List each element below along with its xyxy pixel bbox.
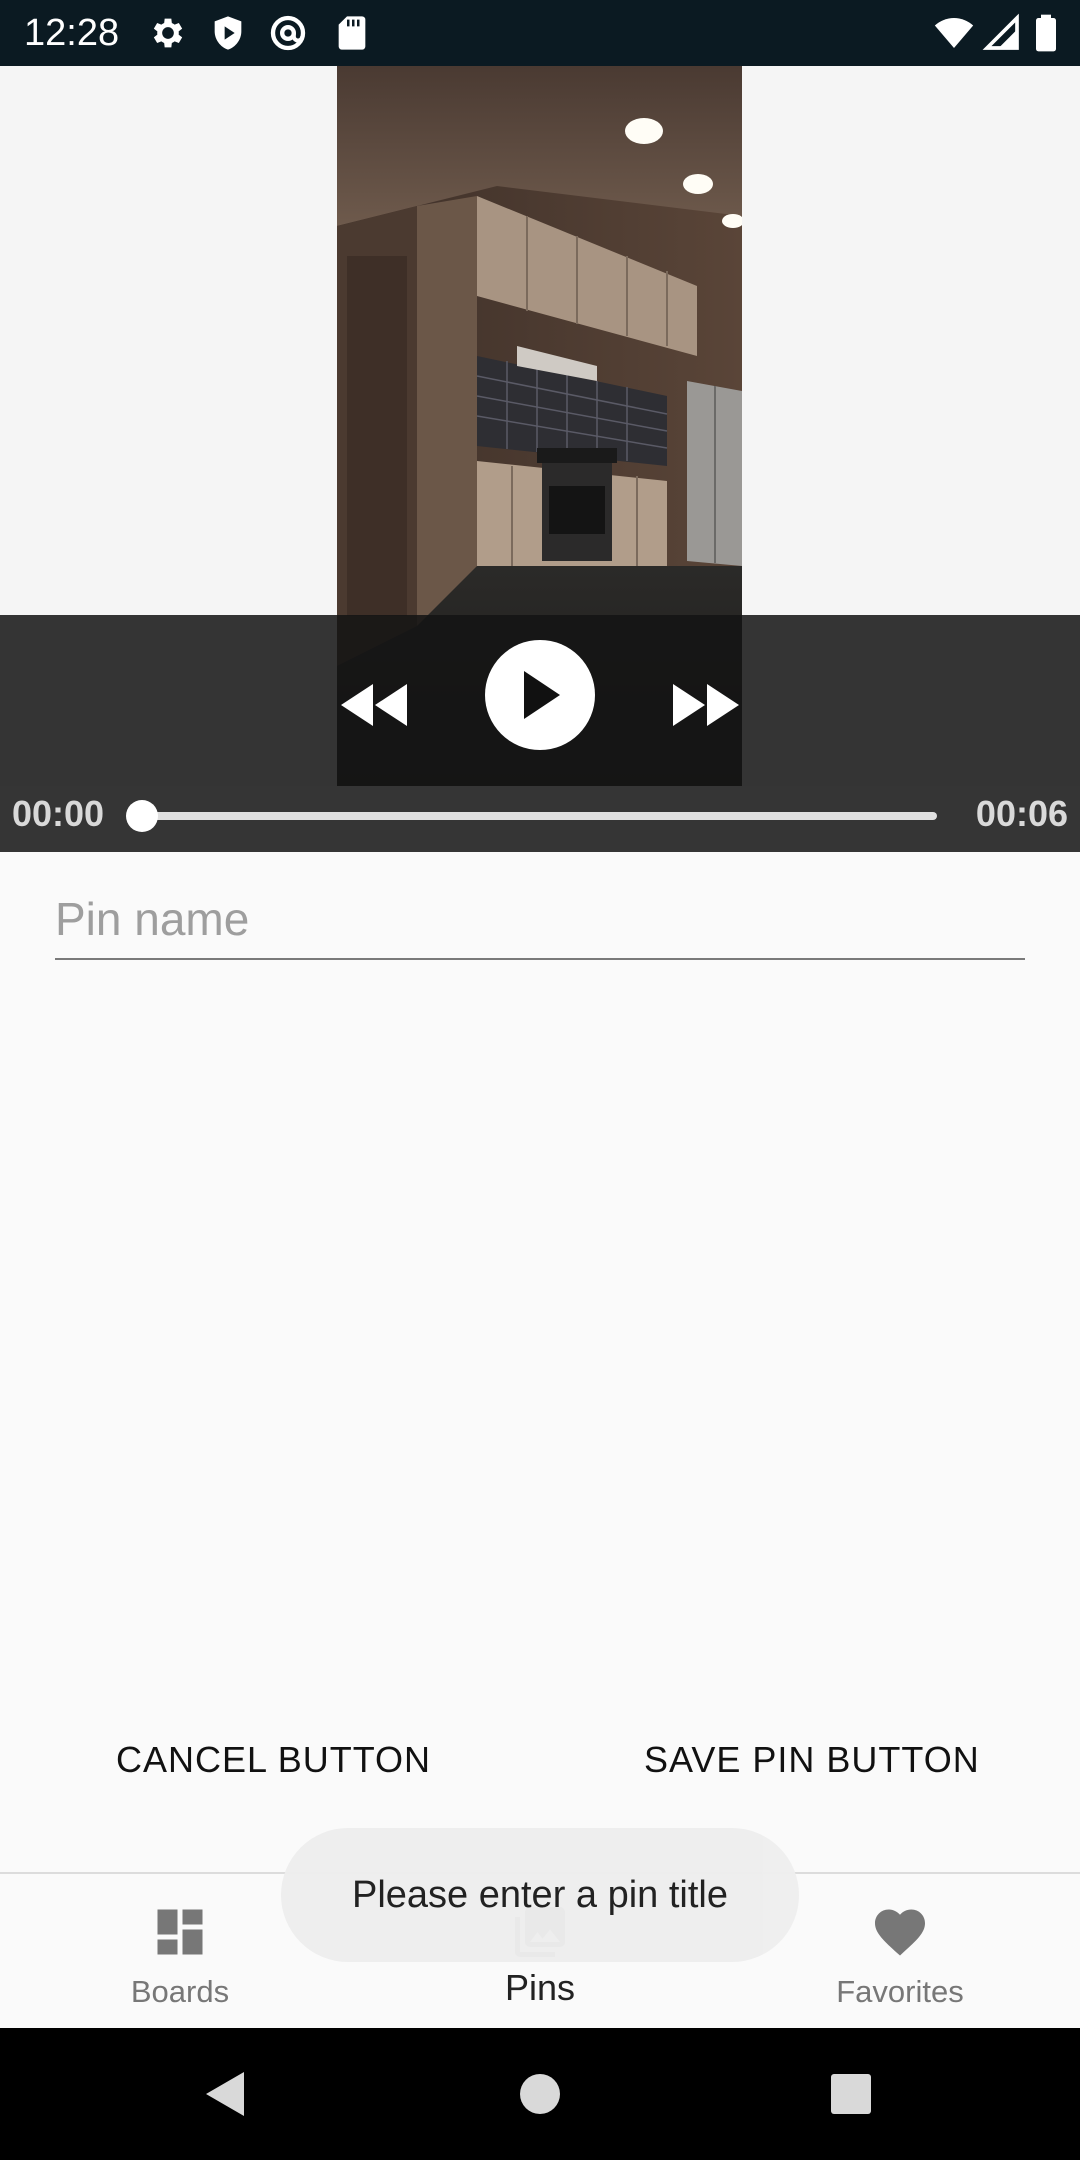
total-time: 00:06 <box>975 793 1068 834</box>
shield-icon <box>208 13 248 53</box>
system-navigation-bar <box>0 2028 1080 2160</box>
nav-label-pins: Pins <box>504 1967 576 2008</box>
video-controls: 00:00 00:06 <box>0 615 1080 852</box>
status-time: 12:28 <box>24 12 120 54</box>
battery-icon <box>1030 13 1062 53</box>
sd-card-icon <box>332 13 372 53</box>
gear-icon <box>148 13 188 53</box>
seek-bar[interactable] <box>143 812 937 820</box>
signal-icon <box>982 13 1022 53</box>
fast-forward-icon <box>671 680 741 730</box>
play-icon <box>518 669 562 721</box>
rewind-button[interactable] <box>334 670 414 740</box>
rewind-icon <box>339 680 409 730</box>
nav-label-boards: Boards <box>130 1974 230 2009</box>
home-icon[interactable] <box>510 2064 570 2124</box>
wifi-icon <box>934 13 974 53</box>
status-bar: 12:28 <box>0 0 1080 66</box>
current-time: 00:00 <box>12 793 105 834</box>
cancel-button[interactable]: CANCEL BUTTON <box>116 1730 431 1790</box>
play-button[interactable] <box>485 640 595 750</box>
video-player[interactable]: 00:00 00:06 <box>0 66 1080 852</box>
back-icon[interactable] <box>196 2064 256 2124</box>
at-sign-icon <box>268 13 308 53</box>
fast-forward-button[interactable] <box>666 670 746 740</box>
seek-thumb[interactable] <box>126 800 158 832</box>
pin-name-field <box>55 880 1025 960</box>
nav-label-favorites: Favorites <box>836 1974 964 2009</box>
recents-icon[interactable] <box>821 2064 881 2124</box>
save-pin-button[interactable]: SAVE PIN BUTTON <box>644 1730 980 1790</box>
pin-name-input[interactable] <box>55 880 1025 960</box>
dashboard-icon <box>150 1902 210 1962</box>
toast-message: Please enter a pin title <box>281 1828 799 1962</box>
heart-icon <box>870 1902 930 1962</box>
